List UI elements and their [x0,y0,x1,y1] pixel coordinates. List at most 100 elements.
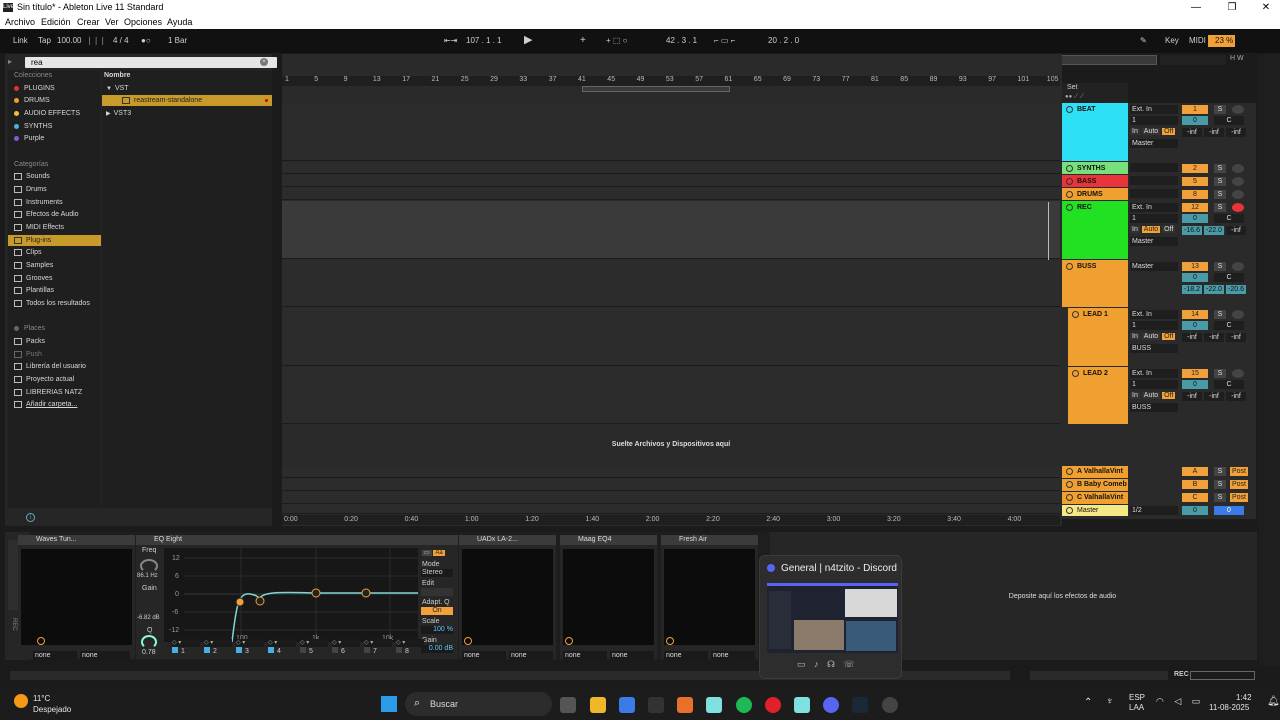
category-clips[interactable]: Clips [14,247,42,258]
nudge-icon[interactable]: ❘❘❘ [86,35,106,47]
arm-button[interactable] [1232,177,1244,186]
tap-button[interactable]: Tap [38,35,51,47]
volume-field[interactable]: 0 [1182,380,1208,389]
fold-icon[interactable] [1066,494,1073,501]
band-shape-icon[interactable]: ◇ ▾ [332,639,360,647]
track-header-drums[interactable]: DRUMS [1062,188,1128,200]
solo-button[interactable]: S [1214,177,1226,186]
input-channel-select[interactable]: 1 [1130,116,1178,125]
track-number-button[interactable]: 8 [1182,190,1208,199]
folder-vst[interactable]: ▼ VST [106,83,129,94]
maag-select-1[interactable]: none [563,651,607,660]
overdub-icon[interactable]: + [580,35,586,47]
tempo-field[interactable]: 100.00 [57,35,81,47]
pan-field[interactable]: C [1214,321,1244,330]
arm-button[interactable] [1232,262,1244,271]
maag-knob-icon[interactable] [565,637,573,645]
send-a-level[interactable]: -22.0 [1204,285,1224,294]
solo-button[interactable]: S [1214,480,1226,489]
eq-band-8[interactable]: ◇ ▾ 8 [396,639,424,657]
scale-field[interactable]: 100 % [421,626,453,634]
tray-chevron-icon[interactable]: ⌃ [1084,697,1092,708]
eq-graph[interactable]: 12 6 0 -6 -12 100 1k 10k [164,548,418,642]
search-input[interactable]: rea [25,57,277,68]
maag-title[interactable]: Maag EQ4 [560,535,657,545]
fold-icon[interactable] [1066,507,1073,514]
maag-select-2[interactable]: none [610,651,654,660]
waves-knob-icon[interactable] [37,637,45,645]
waves-select-2[interactable]: none [80,651,130,660]
send-a-level[interactable]: -22.0 [1204,226,1224,235]
collection-drums[interactable]: DRUMS [14,95,50,106]
track-header-lead-2[interactable]: LEAD 2 [1068,367,1128,424]
category-plugins[interactable]: Plug-ins [8,235,101,246]
close-button[interactable]: ✕ [1256,1,1276,14]
fold-icon[interactable] [1066,178,1073,185]
weather-temp[interactable]: 11°C [33,694,50,703]
category-midi-effects[interactable]: MIDI Effects [14,222,64,233]
input-type-select[interactable]: Ext. In [1130,310,1178,319]
post-button[interactable]: Post [1230,480,1248,489]
windows-start-icon[interactable] [381,696,397,712]
freq-knob[interactable] [140,559,158,573]
arm-button[interactable] [1232,310,1244,319]
fold-icon[interactable] [1066,106,1073,113]
fresh-air-select-1[interactable]: none [664,651,708,660]
master-output-select[interactable]: 1/2 [1130,506,1178,515]
opera-icon[interactable] [765,697,781,713]
send-a-level[interactable]: -inf [1204,333,1224,342]
app-icon[interactable] [882,697,898,713]
input-type-select[interactable]: Ext. In [1130,105,1178,114]
edit-toggle[interactable] [421,588,453,596]
solo-button[interactable]: S [1214,164,1226,173]
pan-field[interactable]: C [1214,214,1244,223]
output-select[interactable]: Master [1130,237,1178,246]
fold-icon[interactable] [1066,468,1073,475]
taskbar-search[interactable]: ⌕ Buscar [405,692,552,716]
session-record-icon[interactable]: + ⬚ ○ [606,35,628,47]
output-select[interactable]: Master [1130,139,1178,148]
lane-synths[interactable] [282,162,1060,174]
return-letter[interactable]: B [1182,480,1208,489]
play-button[interactable]: ▶ [524,35,532,47]
monitor-switch[interactable]: In Auto Off [1130,391,1178,400]
name-column-header[interactable]: Nombre [104,70,130,81]
arm-button[interactable] [1232,203,1244,212]
time-ruler[interactable]: 0:00 0:20 0:40 1:00 1:20 1:40 2:00 2:20 2:40 3:00… [282,515,1060,525]
track-number-button[interactable]: 1 [1182,105,1208,114]
master-volume-field[interactable]: 0 [1182,506,1208,515]
monitor-switch[interactable]: In Auto Off [1130,127,1178,136]
menu-crear[interactable]: Crear [77,17,100,27]
waves-select-1[interactable]: none [33,651,77,660]
eq-band-1[interactable]: ◇ ▾ 1 [172,639,200,657]
track-header-bass[interactable]: BASS [1062,175,1128,187]
loop-start-field[interactable]: 42 . 3 . 1 [666,35,697,47]
input-channel-select[interactable]: 1 [1130,321,1178,330]
language-code[interactable]: ESP [1129,693,1145,702]
discord-preview[interactable]: General | n4tzito - Discord ▭ ♪ ☊ ☏ [759,555,902,679]
eq-band-7[interactable]: ◇ ▾ 7 [364,639,392,657]
band-shape-icon[interactable]: ◇ ▾ [268,639,296,647]
view-switch-icon[interactable] [1190,671,1255,680]
eq-band-3[interactable]: ◇ ▾ 3 [236,639,264,657]
lane-beat[interactable] [282,103,1060,161]
clock-date[interactable]: 11-08-2025 [1209,703,1249,712]
collection-synths[interactable]: SYNTHS [14,121,52,132]
pan-field[interactable]: C [1214,116,1244,125]
metronome-icon[interactable]: ●○ [141,35,151,47]
track-number-button[interactable]: 14 [1182,310,1208,319]
firefox-icon[interactable] [677,697,693,713]
arm-button[interactable] [1232,369,1244,378]
pan-field[interactable]: C [1214,273,1244,282]
discord-thumbnail[interactable] [767,583,898,653]
solo-button[interactable]: S [1214,262,1226,271]
clock-time[interactable]: 1:42 [1236,693,1252,702]
volume-field[interactable]: 0 [1182,214,1208,223]
category-drums[interactable]: Drums [14,184,47,195]
arrangement-position[interactable]: 107 . 1 . 1 [466,35,502,47]
fresh-air-title[interactable]: Fresh Air [661,535,758,545]
language-layout[interactable]: LAA [1129,703,1144,712]
discord-controls-icons[interactable]: ▭ ♪ ☊ ☏ [797,659,858,670]
return-letter[interactable]: C [1182,493,1208,502]
band-shape-icon[interactable]: ◇ ▾ [396,639,424,647]
